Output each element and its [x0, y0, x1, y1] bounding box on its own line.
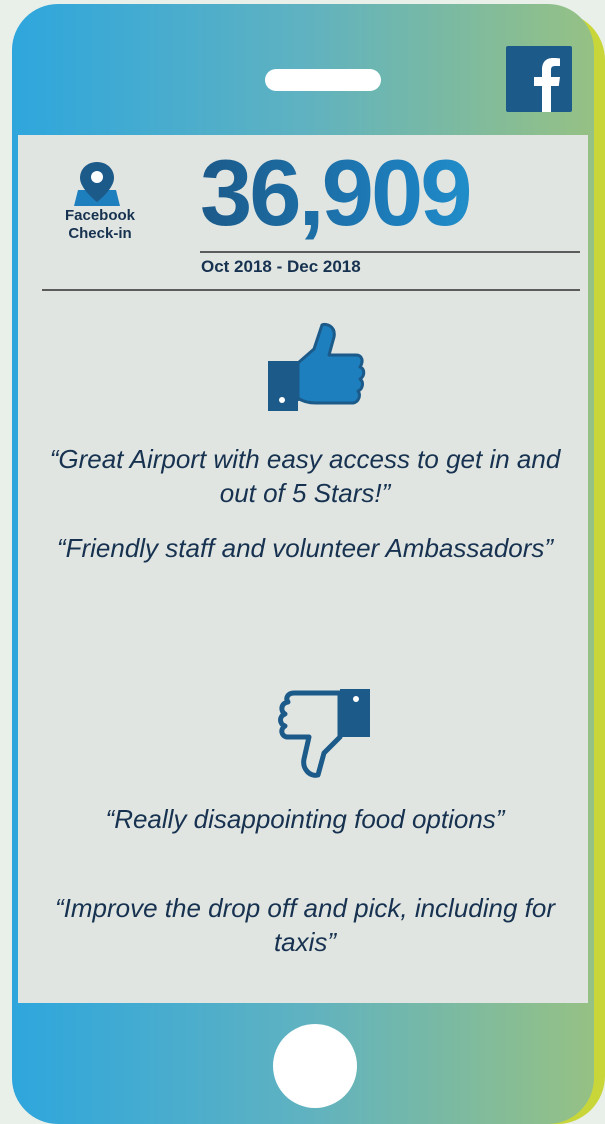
- map-pin-icon: [72, 160, 122, 213]
- divider: [42, 289, 580, 291]
- negative-quote: “Improve the drop off and pick, includin…: [54, 893, 556, 957]
- checkin-count: 36,909: [200, 138, 580, 248]
- checkin-label: Facebook Check-in: [52, 207, 148, 243]
- divider: [200, 251, 580, 253]
- positive-quote: “Friendly staff and volunteer Ambassador…: [56, 533, 554, 563]
- thumbs-up-icon: [266, 321, 368, 418]
- checkin-label-line1: Facebook: [64, 207, 136, 224]
- checkin-label-line2: Check-in: [68, 225, 132, 242]
- facebook-icon: [506, 46, 572, 112]
- positive-quote: “Great Airport with easy access to get i…: [49, 444, 561, 508]
- phone-speaker: [265, 69, 381, 91]
- home-button[interactable]: [273, 1024, 357, 1108]
- negative-quote: “Really disappointing food options”: [105, 804, 505, 834]
- thumbs-down-icon: [272, 689, 374, 784]
- date-range: Oct 2018 - Dec 2018: [201, 257, 361, 276]
